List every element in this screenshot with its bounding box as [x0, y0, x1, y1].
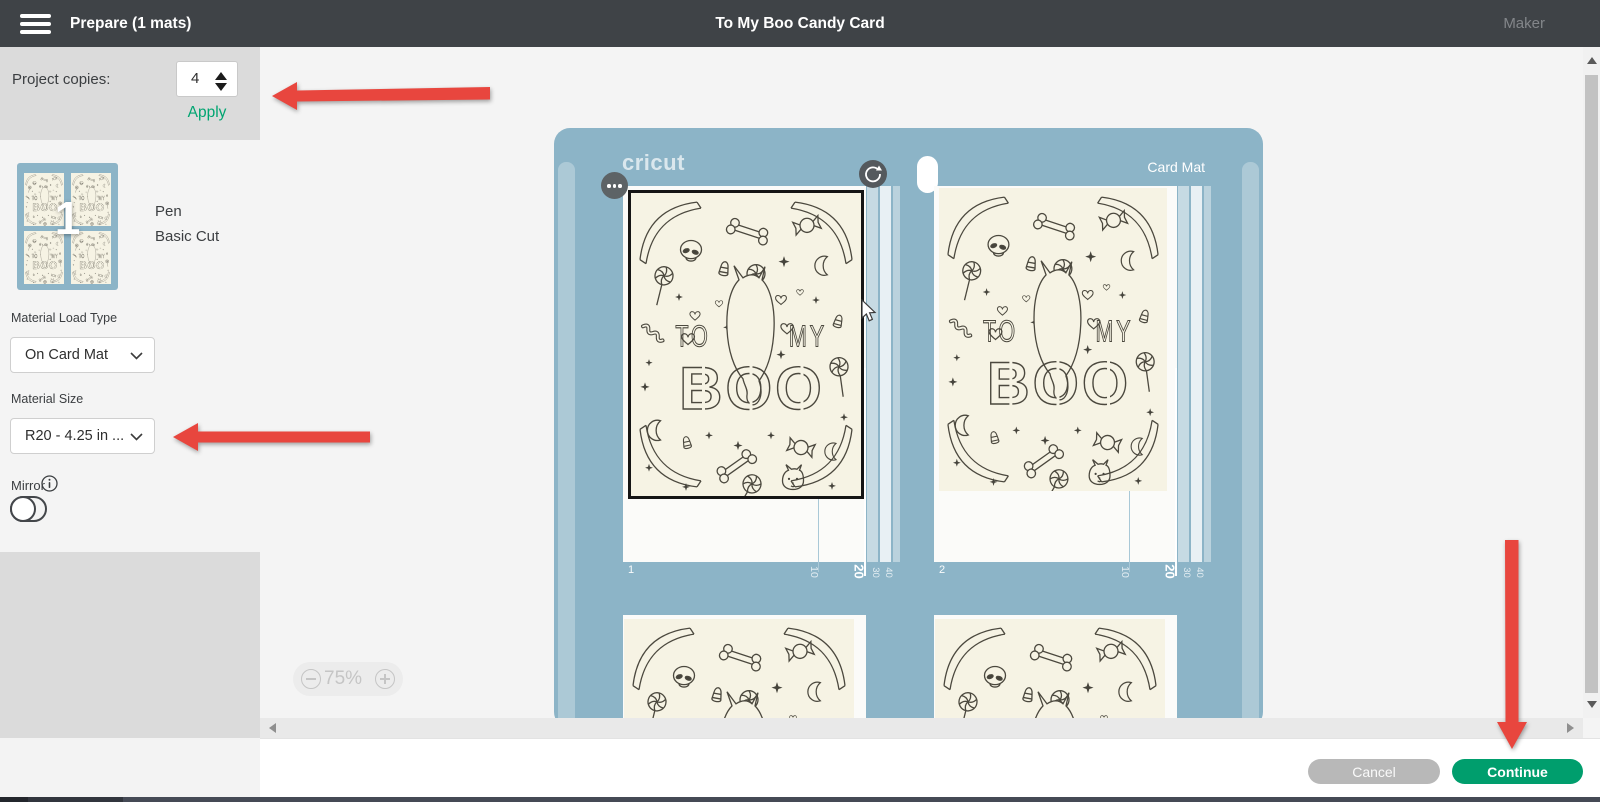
material-size-value: R20 - 4.25 in ... [25, 428, 124, 444]
horizontal-scrollbar[interactable] [260, 718, 1583, 738]
material-load-type-dropdown[interactable]: On Card Mat [10, 337, 155, 373]
mat-number: 1 [17, 191, 118, 245]
zoom-level: 75% [324, 668, 362, 690]
linetype-basic-cut-label: Basic Cut [155, 228, 219, 245]
mirror-toggle[interactable] [10, 496, 47, 522]
slot-strip [893, 186, 900, 562]
project-copies-panel: Project copies: 4 Apply [0, 47, 260, 140]
mat-canvas: cricut Card Mat 1 10 20 30 40 [260, 47, 1583, 718]
rotate-icon [859, 160, 887, 188]
scrollbar-thumb[interactable] [1585, 75, 1598, 693]
stepper-down-icon[interactable] [215, 83, 227, 91]
zoom-out-icon[interactable] [301, 669, 321, 689]
card-preview[interactable] [624, 619, 854, 718]
card-mat[interactable]: cricut Card Mat 1 10 20 30 40 [554, 128, 1263, 718]
card-preview-selected[interactable] [628, 190, 864, 499]
ruler-label: 40 [883, 567, 894, 578]
mat-type-label: Card Mat [1147, 159, 1205, 175]
chevron-down-icon [130, 352, 143, 360]
info-icon[interactable] [41, 475, 58, 492]
window-bottom-edge [0, 797, 1600, 802]
cricut-logo: cricut [622, 150, 685, 176]
mat-rail-left [558, 162, 575, 718]
material-load-type-value: On Card Mat [25, 347, 108, 363]
scroll-down-icon[interactable] [1587, 701, 1597, 708]
footer-bar: Cancel Continue [260, 738, 1600, 797]
copies-stepper[interactable]: 4 [176, 61, 238, 97]
material-load-type-label: Material Load Type [11, 311, 117, 325]
machine-name[interactable]: Maker [1503, 0, 1545, 47]
project-copies-label: Project copies: [12, 71, 110, 88]
card-preview[interactable] [939, 188, 1167, 491]
material-size-label: Material Size [11, 392, 83, 406]
slot-strip [880, 186, 891, 562]
ruler-line-20 [1175, 368, 1177, 576]
page-title: To My Boo Candy Card [0, 0, 1600, 47]
zoom-in-icon[interactable] [375, 669, 395, 689]
apply-button[interactable]: Apply [176, 104, 238, 122]
scroll-up-icon[interactable] [1587, 57, 1597, 64]
sidebar-bottom-panel [0, 738, 260, 797]
material-size-dropdown[interactable]: R20 - 4.25 in ... [10, 418, 155, 454]
mirror-label: Mirror [11, 478, 45, 493]
rotate-button[interactable] [859, 160, 887, 188]
ruler-label: 30 [1181, 567, 1192, 578]
linetype-pen-label: Pen [155, 203, 182, 220]
ruler-label: 10 [1119, 566, 1131, 578]
ruler-label: 40 [1194, 567, 1205, 578]
mouse-cursor [858, 299, 878, 323]
stepper-up-icon[interactable] [215, 72, 227, 80]
mat-rail-right [1242, 162, 1259, 718]
scroll-right-icon[interactable] [1567, 723, 1574, 733]
scroll-left-icon[interactable] [269, 723, 276, 733]
continue-button[interactable]: Continue [1452, 759, 1583, 784]
ruler-label: 20 [1163, 564, 1178, 578]
slot-number: 1 [628, 564, 634, 576]
prepare-step-label: Prepare (1 mats) [70, 0, 191, 47]
hamburger-menu-icon[interactable] [20, 14, 51, 34]
card-preview[interactable] [935, 619, 1165, 718]
slot-strip [1178, 186, 1189, 562]
mirror-row: Mirror [11, 477, 45, 495]
app-window: To My Boo Candy Card Prepare (1 mats) Ma… [0, 0, 1600, 802]
ruler-line-20 [864, 368, 866, 576]
sidebar: Project copies: 4 Apply 1 Pen Basic Cut … [0, 47, 260, 797]
more-options-button[interactable] [601, 172, 628, 199]
ruler-label: 20 [852, 564, 867, 578]
slot-strip [1204, 186, 1211, 562]
slot-strip [867, 186, 878, 562]
mat-thumbnail[interactable]: 1 [17, 163, 118, 290]
slot-number: 2 [939, 564, 945, 576]
cancel-button[interactable]: Cancel [1308, 759, 1440, 784]
copies-value: 4 [191, 70, 199, 87]
ruler-label: 10 [808, 566, 820, 578]
ruler-label: 30 [870, 567, 881, 578]
zoom-control: 75% [293, 662, 403, 696]
chevron-down-icon [130, 433, 143, 441]
slot-strip [1191, 186, 1202, 562]
vertical-scrollbar[interactable] [1583, 47, 1600, 718]
sidebar-empty-panel [0, 552, 260, 738]
top-bar: To My Boo Candy Card Prepare (1 mats) Ma… [0, 0, 1600, 47]
toggle-knob [10, 496, 36, 522]
